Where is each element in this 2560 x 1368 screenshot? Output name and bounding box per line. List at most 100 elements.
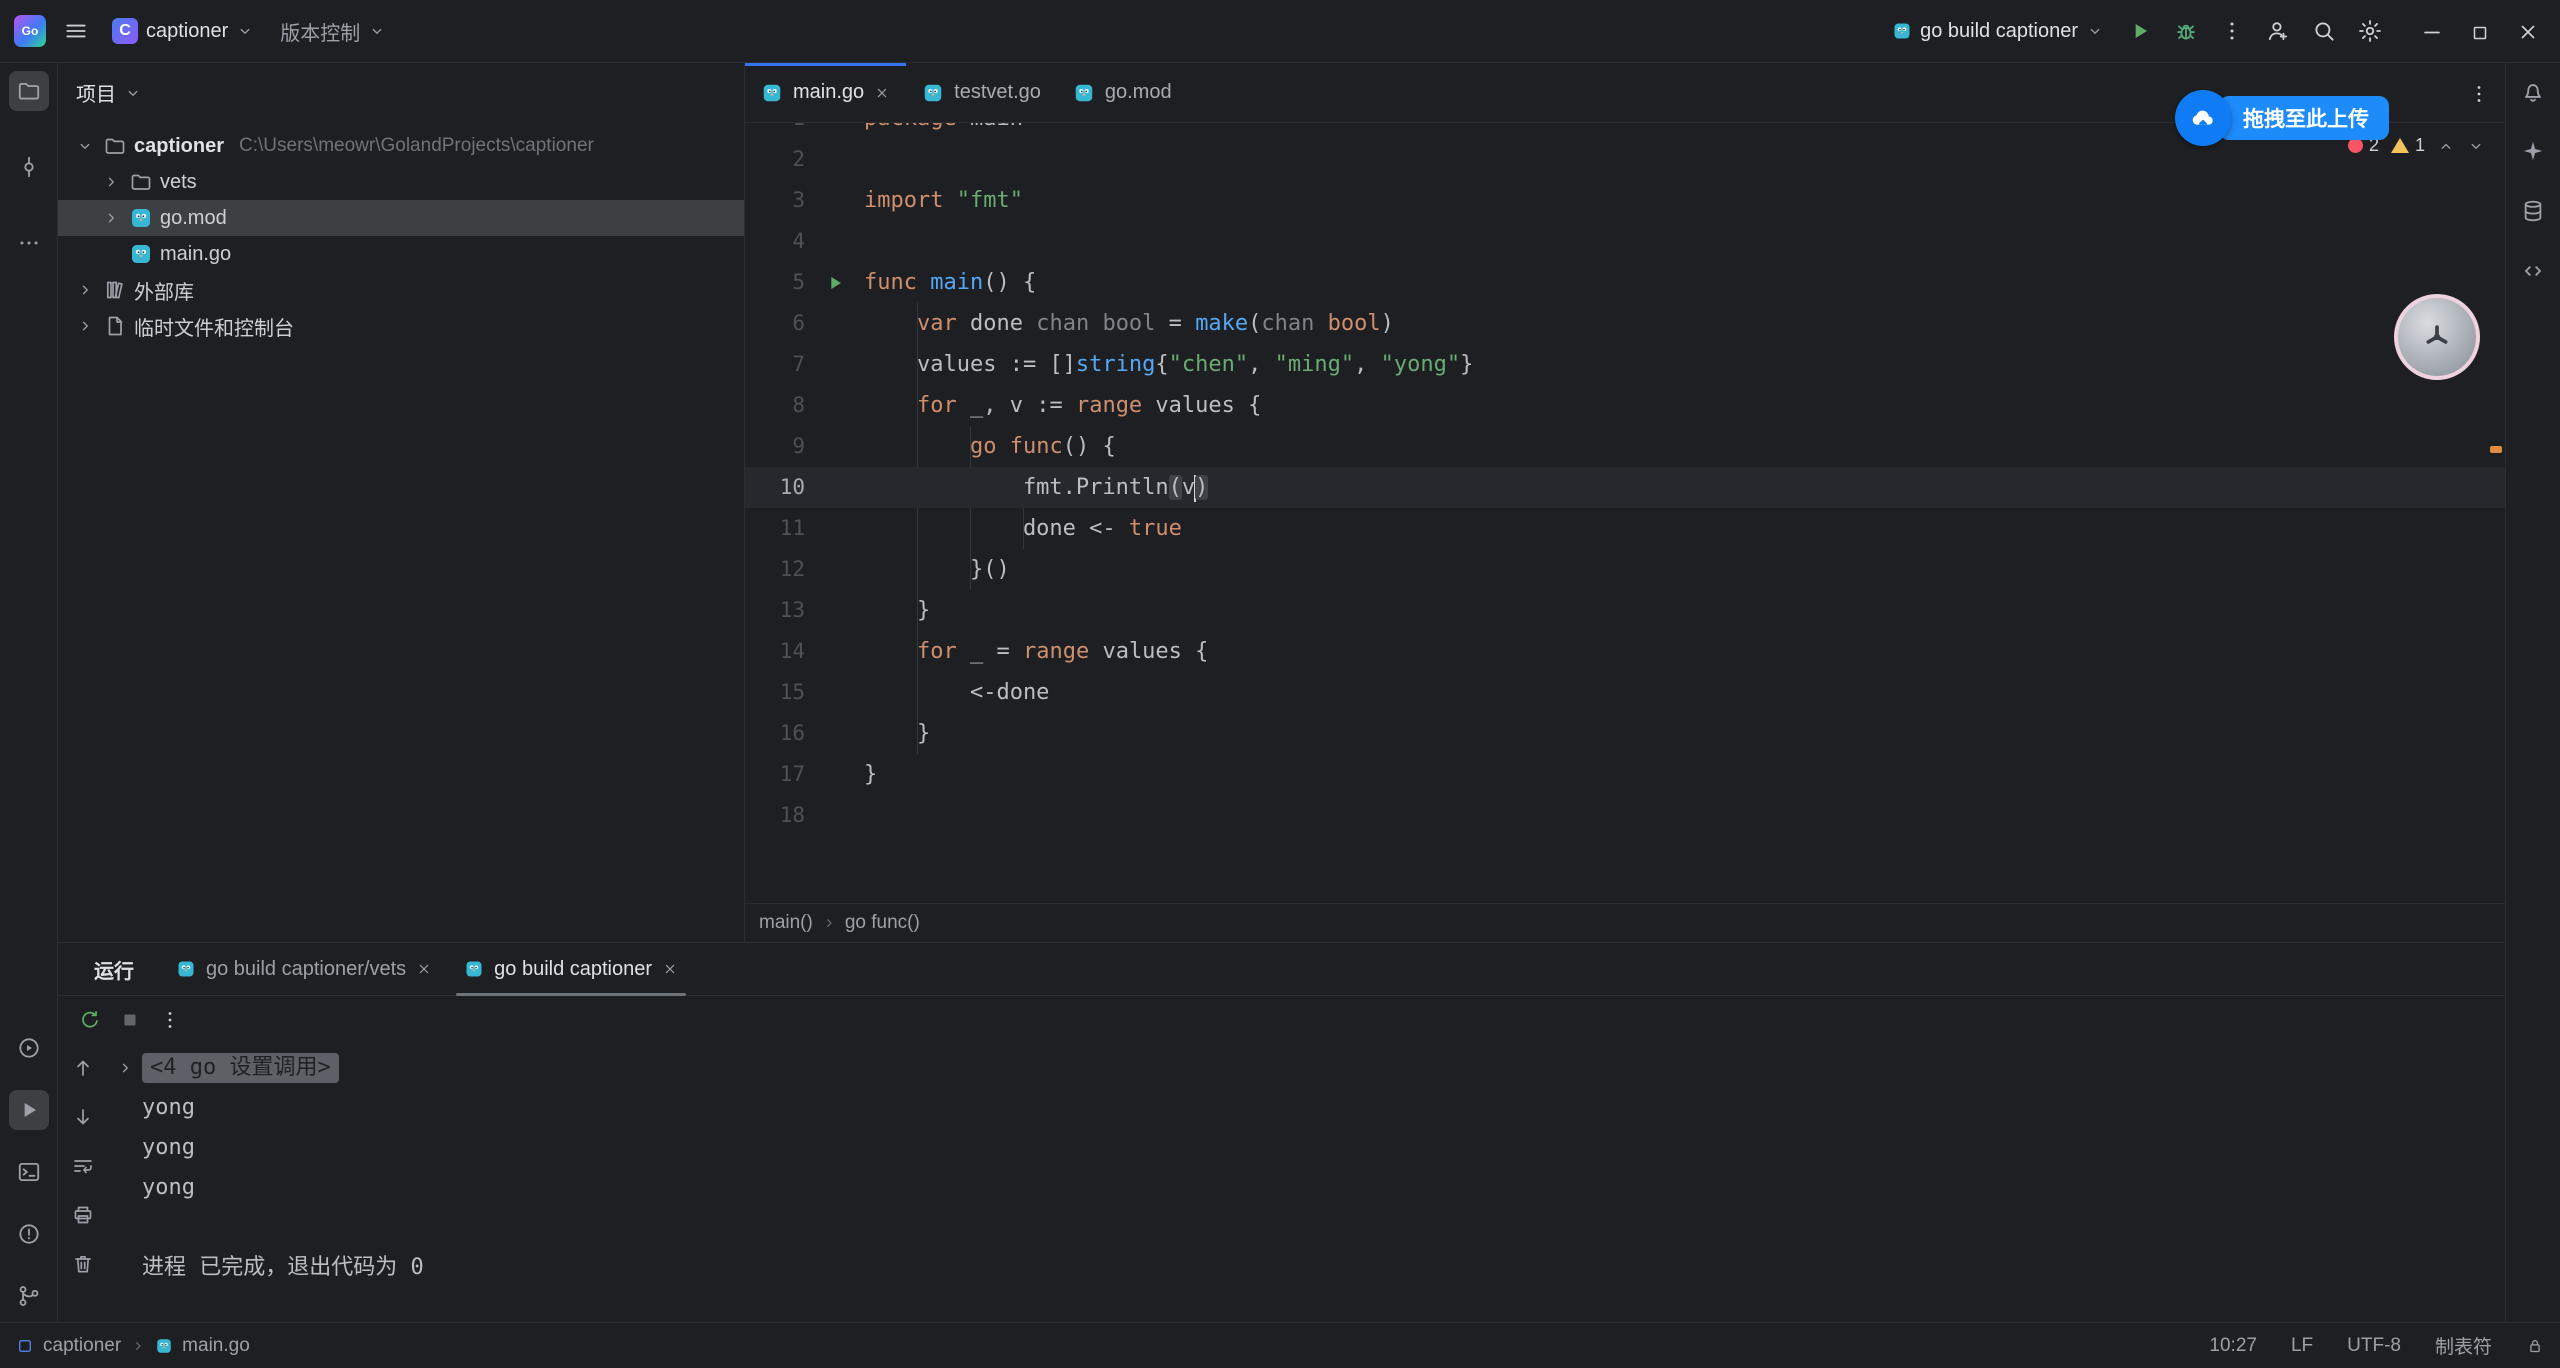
code-line[interactable]: 17} [745,754,2505,795]
print-button[interactable] [65,1197,101,1233]
scrollbar-warning-mark[interactable] [2490,446,2502,453]
search-everywhere-button[interactable] [2304,11,2344,51]
vcs-widget[interactable]: 版本控制 [270,11,396,52]
chevron-right-icon[interactable] [100,171,122,193]
fold-chevron-icon[interactable] [108,1059,142,1077]
debug-button[interactable] [2166,11,2206,51]
upload-pill[interactable]: 拖拽至此上传 [2219,96,2389,140]
code-line[interactable]: 12 }() [745,549,2505,590]
code-text: import "fmt" [864,180,1023,221]
git-tool-button[interactable] [9,1276,49,1316]
window-controls [2408,11,2552,51]
main-menu-button[interactable] [56,11,96,51]
breadcrumb-item[interactable]: go func() [845,912,920,934]
stop-button[interactable] [112,1002,148,1038]
editor-tab[interactable]: go.mod [1057,63,1188,122]
status-line-ending[interactable]: LF [2291,1335,2313,1357]
chevron-right-icon[interactable] [74,315,96,337]
project-widget[interactable]: C captioner [102,12,264,50]
code-with-me-button[interactable] [2258,11,2298,51]
endpoints-tool-button[interactable] [2513,251,2553,291]
tree-item[interactable]: captionerC:\Users\meowr\GolandProjects\c… [58,128,744,164]
project-panel-header[interactable]: 项目 [58,63,744,122]
console-output[interactable]: <4 go 设置调用>yongyongyong 进程 已完成，退出代码为 0 [108,1044,2505,1322]
close-tab-icon[interactable] [662,961,678,977]
run-gutter-button[interactable] [805,272,864,294]
run-more-button[interactable] [152,1002,188,1038]
editor-tab[interactable]: main.go [745,63,906,122]
upload-overlay[interactable]: 拖拽至此上传 [2175,90,2389,146]
code-line[interactable]: 13 } [745,590,2505,631]
code-text: func main() { [864,262,1036,303]
code-line[interactable]: 11 done <- true [745,508,2505,549]
soft-wrap-button[interactable] [65,1148,101,1184]
next-problem-button[interactable] [2467,137,2485,155]
code-line[interactable]: 10 fmt.Println(v) [745,467,2505,508]
editor-tabs-more-button[interactable] [2459,73,2499,113]
status-project[interactable]: captioner [43,1335,121,1357]
code-text: for _ = range values { [864,631,1208,672]
run-tab[interactable]: go build captioner [448,943,694,995]
problems-tool-button[interactable] [9,1214,49,1254]
breadcrumb-item[interactable]: main() [759,912,813,934]
status-encoding[interactable]: UTF-8 [2347,1335,2401,1357]
status-file[interactable]: main.go [182,1335,250,1357]
terminal-tool-button[interactable] [9,1152,49,1192]
services-tool-button[interactable] [9,1028,49,1068]
code-line[interactable]: 7 values := []string{"chen", "ming", "yo… [745,344,2505,385]
warning-count[interactable]: 1 [2391,135,2425,156]
folded-command[interactable]: <4 go 设置调用> [142,1053,339,1083]
clear-console-button[interactable] [65,1246,101,1282]
tree-item[interactable]: vets [58,164,744,200]
rerun-button[interactable] [72,1002,108,1038]
chevron-right-icon[interactable] [74,279,96,301]
prev-problem-button[interactable] [2437,137,2455,155]
commit-tool-button[interactable] [9,147,49,187]
tree-item[interactable]: go.mod [58,200,744,236]
code-viewport[interactable]: 1package main23import "fmt"45func main()… [745,123,2505,903]
avatar[interactable] [2394,294,2480,380]
maximize-button[interactable] [2456,11,2504,51]
run-tab[interactable]: go build captioner/vets [160,943,448,995]
code-line[interactable]: 8 for _, v := range values { [745,385,2505,426]
chevron-down-icon[interactable] [74,135,96,157]
close-tab-icon[interactable] [874,85,890,101]
settings-button[interactable] [2350,11,2390,51]
status-cursor-position[interactable]: 10:27 [2209,1335,2257,1357]
line-number: 9 [745,426,805,467]
tree-item[interactable]: main.go [58,236,744,272]
more-actions-button[interactable] [2212,11,2252,51]
tree-item-label: captioner [134,135,224,158]
code-line[interactable]: 15 <-done [745,672,2505,713]
run-config-selector[interactable]: go build captioner [1882,14,2114,49]
chevron-right-icon[interactable] [100,207,122,229]
notifications-button[interactable] [2513,71,2553,111]
code-line[interactable]: 16 } [745,713,2505,754]
code-line[interactable]: 5func main() { [745,262,2505,303]
database-tool-button[interactable] [2513,191,2553,231]
tree-item[interactable]: 外部库 [58,272,744,308]
line-number: 14 [745,631,805,672]
status-indent[interactable]: 制表符 [2435,1332,2492,1359]
prev-occurrence-button[interactable] [65,1050,101,1086]
project-tool-button[interactable] [9,71,49,111]
code-line[interactable]: 9 go func() { [745,426,2505,467]
run-tool-button[interactable] [9,1090,49,1130]
close-tab-icon[interactable] [416,961,432,977]
chevron-right-icon [130,1338,146,1354]
code-line[interactable]: 3import "fmt" [745,180,2505,221]
lock-icon[interactable] [2526,1337,2544,1355]
code-line[interactable]: 18 [745,795,2505,836]
minimize-button[interactable] [2408,11,2456,51]
code-line[interactable]: 14 for _ = range values { [745,631,2505,672]
line-number: 12 [745,549,805,590]
run-button[interactable] [2120,11,2160,51]
editor-tab[interactable]: testvet.go [906,63,1057,122]
more-tools-button[interactable] [9,223,49,263]
ai-assistant-button[interactable] [2513,131,2553,171]
next-occurrence-button[interactable] [65,1099,101,1135]
close-button[interactable] [2504,11,2552,51]
code-line[interactable]: 6 var done chan bool = make(chan bool) [745,303,2505,344]
code-line[interactable]: 4 [745,221,2505,262]
tree-item[interactable]: 临时文件和控制台 [58,308,744,344]
